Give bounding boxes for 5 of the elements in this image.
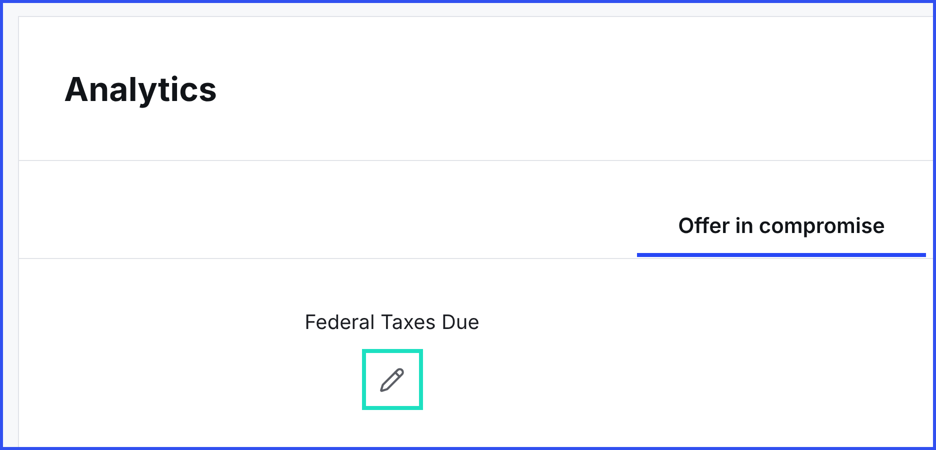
pencil-icon [379,366,405,392]
tab[interactable]: Offer in compromise [637,211,926,257]
page-title: Analytics [64,68,217,111]
edit-button[interactable] [362,349,422,410]
field-label: Federal Taxes Due [304,309,480,336]
